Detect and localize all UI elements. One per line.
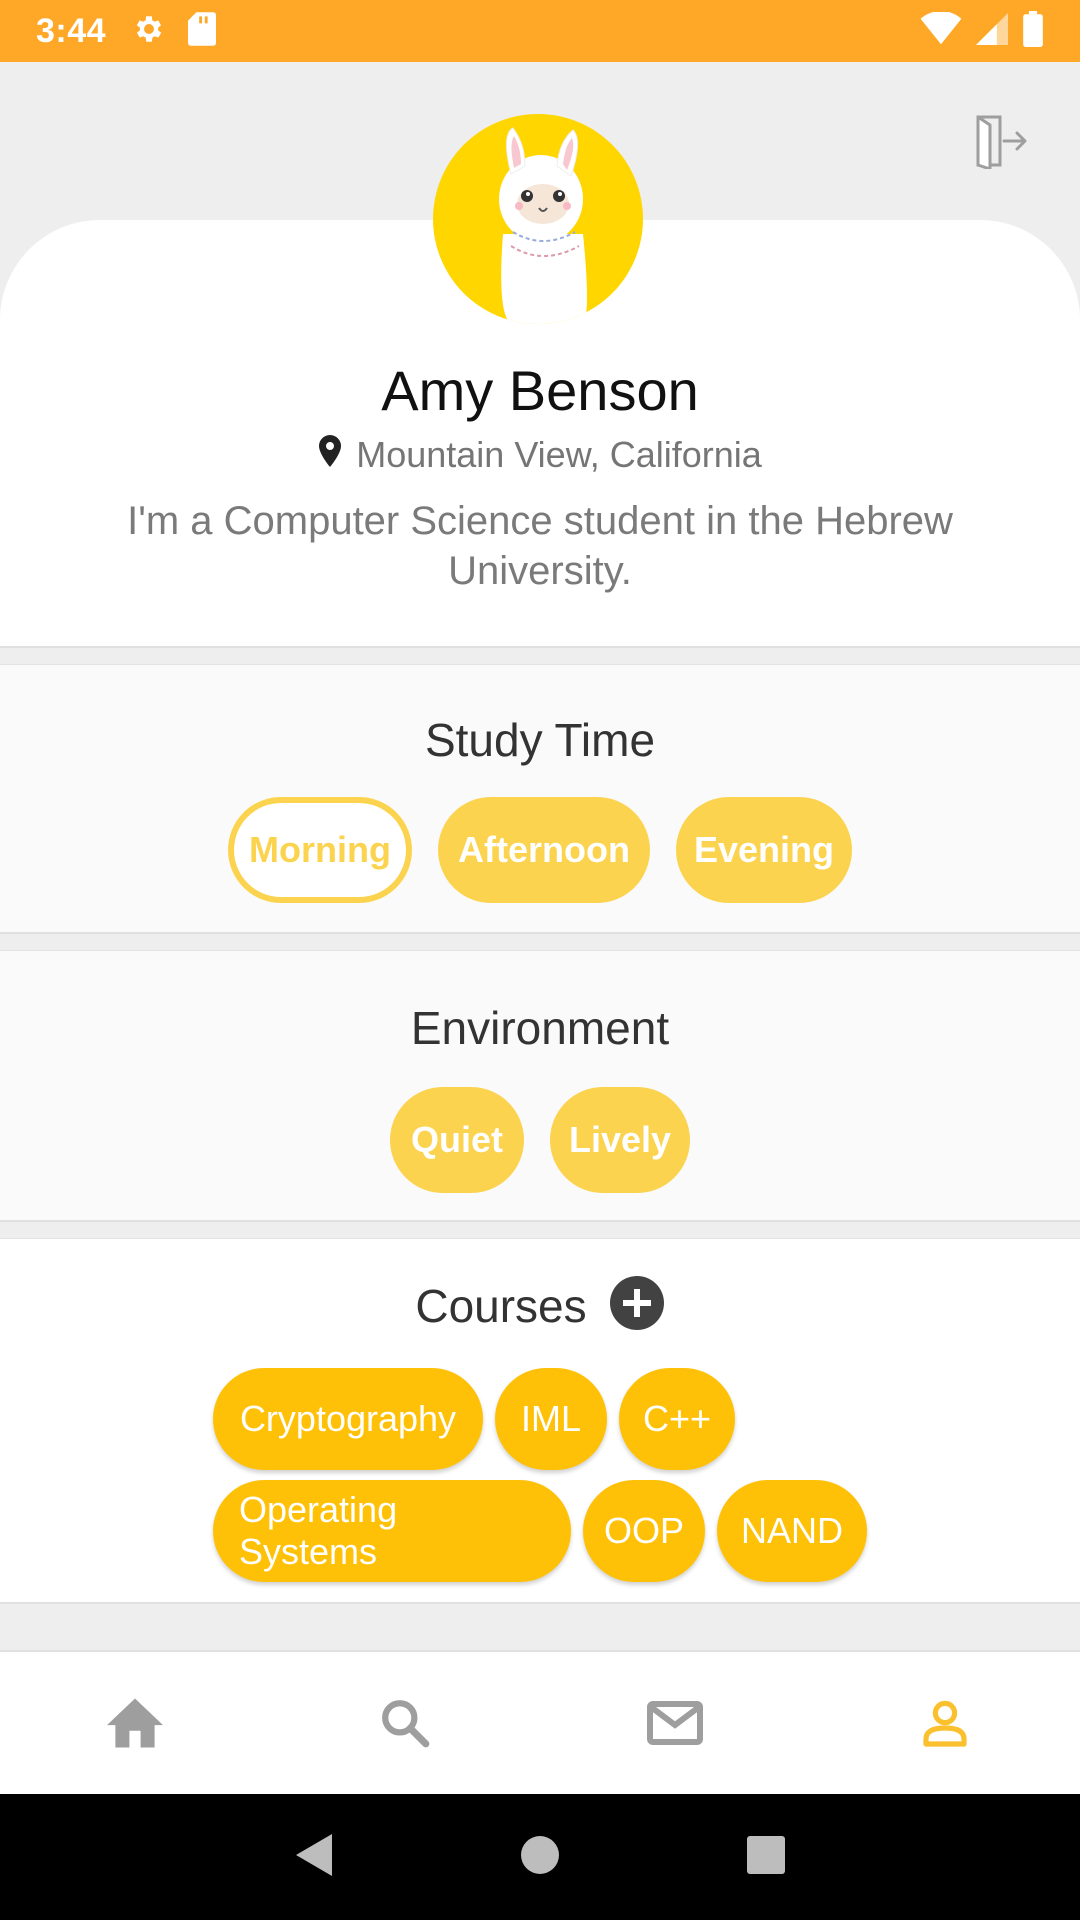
profile-icon [923,1700,967,1747]
avatar[interactable] [433,114,643,324]
nav-search[interactable] [270,1652,540,1794]
course-chip-cpp[interactable]: C++ [619,1368,735,1470]
course-chip-operating-systems[interactable]: Operating Systems [213,1480,571,1582]
status-time: 3:44 [36,11,107,50]
home-circle-icon [521,1835,559,1874]
add-circle-icon [609,1276,664,1330]
logout-button[interactable] [972,112,1030,174]
cell-signal-icon [976,12,1008,51]
back-button[interactable] [294,1832,334,1883]
nav-mail[interactable] [540,1652,810,1794]
chip-lively[interactable]: Lively [550,1087,690,1193]
recents-square-icon [747,1835,785,1874]
home-button[interactable] [520,1835,560,1880]
add-course-button[interactable] [609,1275,665,1336]
chip-afternoon[interactable]: Afternoon [438,797,650,903]
chip-quiet[interactable]: Quiet [390,1087,524,1193]
home-icon [107,1698,163,1748]
course-chip-oop[interactable]: OOP [583,1480,705,1582]
courses-title: Courses [415,1279,587,1332]
battery-icon [1022,10,1044,52]
back-triangle-icon [296,1833,332,1876]
study-time-section: Study Time Morning Afternoon Evening [0,664,1080,934]
recents-button[interactable] [746,1835,786,1880]
nav-profile[interactable] [810,1652,1080,1794]
system-nav-bar [0,1794,1080,1920]
course-chip-iml[interactable]: IML [495,1368,607,1470]
environment-title: Environment [410,1002,670,1054]
course-chip-cryptography[interactable]: Cryptography [213,1368,483,1470]
status-bar: 3:44 [0,0,1080,62]
location-text: Mountain View, California [356,434,762,475]
settings-icon [132,12,166,51]
chip-evening[interactable]: Evening [676,797,852,903]
bottom-nav [0,1650,1080,1794]
nav-home[interactable] [0,1652,270,1794]
sd-card-icon [188,11,217,51]
location-row: Mountain View, California [0,434,1080,476]
bio-text: I'm a Computer Science student in the He… [127,499,953,593]
course-chip-nand[interactable]: NAND [717,1480,867,1582]
courses-section: Courses Cryptography IML C++ Operating S… [0,1238,1080,1604]
search-icon [382,1700,430,1748]
logout-icon [974,113,1028,174]
profile-name: Amy Benson [381,359,699,422]
location-pin-icon [318,434,342,476]
wifi-icon [920,10,962,51]
llama-avatar-image [499,127,587,324]
study-time-title: Study Time [424,714,656,766]
mail-icon [647,1701,703,1745]
environment-section: Environment Quiet Lively [0,950,1080,1222]
chip-morning[interactable]: Morning [228,797,412,903]
